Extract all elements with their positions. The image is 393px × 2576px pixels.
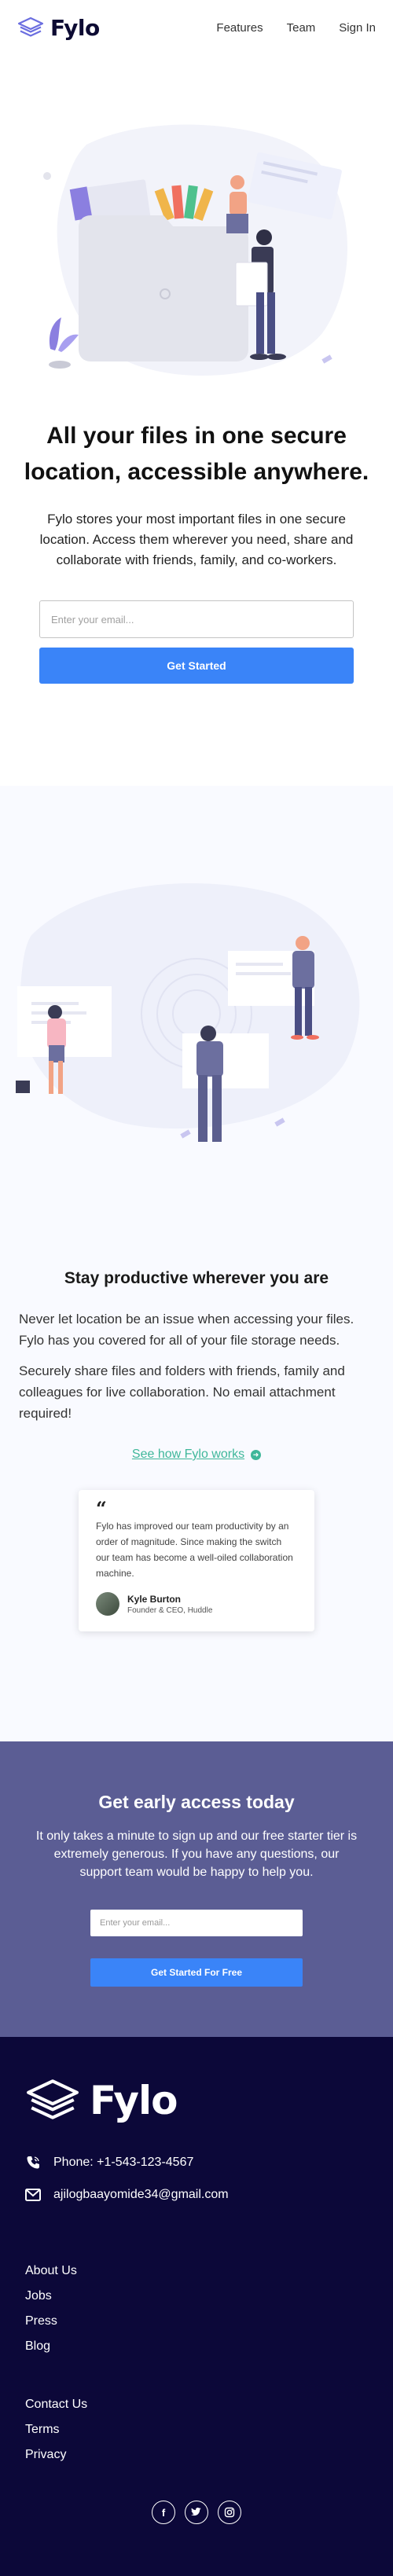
hero-email-input[interactable] xyxy=(39,600,354,638)
testimonial-author: Kyle Burton Founder & CEO, Huddle xyxy=(96,1592,297,1616)
site-footer: Fylo Phone: +1-543-123-4567 ajilogbaayom… xyxy=(0,2037,393,2576)
avatar xyxy=(96,1592,119,1616)
productive-section: Stay productive wherever you are Never l… xyxy=(0,786,393,1741)
twitter-icon[interactable] xyxy=(185,2501,208,2524)
footer-link-contact-us[interactable]: Contact Us xyxy=(25,2392,368,2417)
brand-logo[interactable]: Fylo xyxy=(17,15,100,41)
footer-links-group-1: About Us Jobs Press Blog xyxy=(25,2259,368,2359)
testimonial-quote: Fylo has improved our team productivity … xyxy=(96,1521,293,1579)
footer-link-jobs[interactable]: Jobs xyxy=(25,2284,368,2309)
productive-title: Stay productive wherever you are xyxy=(64,1269,329,1287)
get-started-free-button[interactable]: Get Started For Free xyxy=(90,1958,303,1987)
footer-links-group-2: Contact Us Terms Privacy xyxy=(25,2392,368,2468)
social-links: f xyxy=(25,2501,368,2524)
footer-brand-name: Fylo xyxy=(90,2078,178,2123)
email-text[interactable]: ajilogbaayomide34@gmail.com xyxy=(53,2188,229,2202)
author-name: Kyle Burton xyxy=(127,1593,182,1605)
footer-link-terms[interactable]: Terms xyxy=(25,2417,368,2442)
testimonial-card: “ Fylo has improved our team productivit… xyxy=(79,1490,314,1631)
nav-features-link[interactable]: Features xyxy=(216,21,263,35)
phone-text: Phone: +1-543-123-4567 xyxy=(53,2156,194,2169)
site-header: Fylo Features Team Sign In xyxy=(0,0,393,55)
stacked-layers-icon xyxy=(17,17,44,37)
productive-paragraph-1: Never let location be an issue when acce… xyxy=(19,1312,354,1348)
quote-icon: “ xyxy=(96,1497,107,1520)
brand-name: Fylo xyxy=(50,14,100,41)
main-nav: Features Team Sign In xyxy=(216,21,376,35)
get-started-button[interactable]: Get Started xyxy=(39,648,354,684)
early-access-section: Get early access today It only takes a m… xyxy=(0,1741,393,2037)
see-how-row: See how Fylo works ➜ xyxy=(0,1448,393,1462)
hero-title: All your files in one secure location, a… xyxy=(24,423,369,485)
hero-description: Fylo stores your most important files in… xyxy=(39,512,354,567)
footer-link-about-us[interactable]: About Us xyxy=(25,2259,368,2284)
phone-icon xyxy=(27,2156,39,2169)
productive-paragraph-2: Securely share files and folders with fr… xyxy=(19,1363,345,1421)
cta-email-input[interactable] xyxy=(90,1910,303,1936)
productive-illustration xyxy=(16,883,360,1142)
cta-title: Get early access today xyxy=(98,1792,295,1812)
facebook-icon[interactable]: f xyxy=(152,2501,175,2524)
nav-signin-link[interactable]: Sign In xyxy=(339,21,376,35)
author-role: Founder & CEO, Huddle xyxy=(127,1605,213,1615)
arrow-right-icon[interactable]: ➜ xyxy=(251,1449,262,1460)
footer-link-press[interactable]: Press xyxy=(25,2309,368,2334)
footer-link-privacy[interactable]: Privacy xyxy=(25,2442,368,2468)
see-how-link[interactable]: See how Fylo works xyxy=(132,1448,244,1462)
contact-email: ajilogbaayomide34@gmail.com xyxy=(25,2188,368,2202)
footer-logo[interactable]: Fylo xyxy=(25,2078,368,2123)
nav-team-link[interactable]: Team xyxy=(287,21,316,35)
mail-icon xyxy=(25,2189,41,2201)
hero-section: All your files in one secure location, a… xyxy=(0,55,393,684)
contact-phone: Phone: +1-543-123-4567 xyxy=(25,2155,368,2171)
footer-link-blog[interactable]: Blog xyxy=(25,2334,368,2359)
cta-description: It only takes a minute to sign up and ou… xyxy=(35,1829,358,1879)
hero-illustration xyxy=(43,124,348,376)
stacked-layers-icon xyxy=(27,2079,79,2119)
instagram-icon[interactable] xyxy=(218,2501,241,2524)
